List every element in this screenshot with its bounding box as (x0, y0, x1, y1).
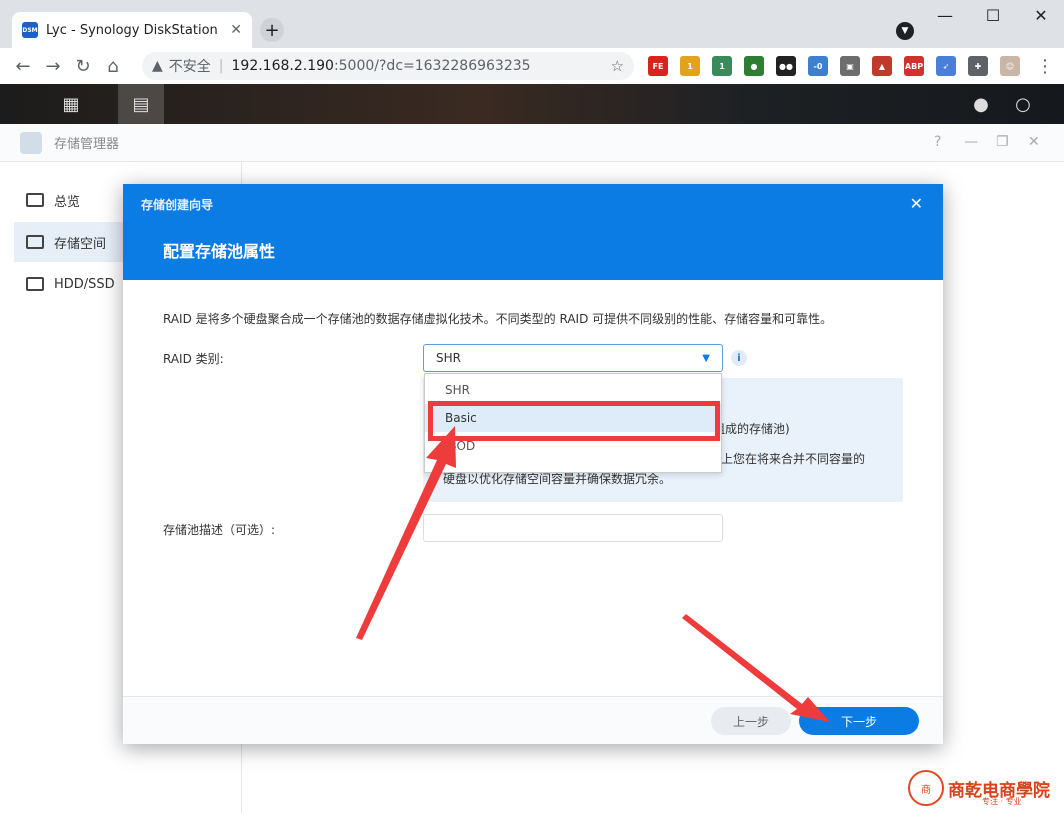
raid-type-label: RAID 类别: (163, 352, 224, 366)
option-shr[interactable]: SHR (425, 376, 721, 404)
storage-icon (26, 235, 44, 249)
dialog-header: 存储创建向导 配置存储池属性 ✕ (123, 184, 943, 280)
hdd-icon (26, 277, 44, 291)
browser-titlebar: DSM Lyc - Synology DiskStation ✕ + ▼ — ☐… (0, 0, 1064, 48)
window-close-button[interactable]: ✕ (1026, 6, 1056, 25)
sidebar-item-label: 存储空间 (54, 236, 107, 252)
bird-extension-icon[interactable]: ➶ (936, 56, 956, 76)
sidebar-item-label: 总览 (54, 194, 81, 210)
wizard-name: 存储创建向导 (141, 198, 214, 212)
address-bar[interactable]: ▲ 不安全 | 192.168.2.190 :5000/?dc=16322869… (142, 52, 634, 80)
tab-title: Lyc - Synology DiskStation (46, 22, 218, 38)
warning-icon[interactable]: ▲ (152, 58, 163, 74)
raid-description: RAID 是将多个硬盘聚合成一个存储池的数据存储虚拟化技术。不同类型的 RAID… (163, 312, 833, 326)
browser-tab[interactable]: DSM Lyc - Synology DiskStation ✕ (12, 12, 252, 48)
window-maximize-button[interactable]: ☐ (978, 6, 1008, 25)
dialog-title: 配置存储池属性 (163, 242, 276, 261)
chevron-down-icon: ▼ (702, 352, 710, 364)
abp-extension-icon[interactable]: ABP (904, 56, 924, 76)
window-close-icon[interactable]: ✕ (1028, 134, 1040, 150)
tab-close-icon[interactable]: ✕ (230, 22, 242, 38)
dialog-close-icon[interactable]: ✕ (910, 194, 923, 213)
storage-manager-icon (20, 131, 42, 154)
window-title: 存储管理器 (54, 137, 120, 152)
next-button[interactable]: 下一步 (799, 707, 919, 735)
badge-2-extension-icon[interactable]: 1 (712, 56, 732, 76)
mountain-extension-icon[interactable]: ▲ (872, 56, 892, 76)
pool-description-label: 存储池描述（可选）: (163, 523, 276, 537)
search-icon[interactable]: ○ (1000, 84, 1046, 124)
raid-type-value: SHR (436, 351, 461, 365)
hint-line: 组成的存储池) (713, 422, 790, 436)
url-separator: | (218, 58, 224, 74)
tampermonkey-extension-icon[interactable]: ●● (776, 56, 796, 76)
watermark-subtitle: 专注 · 专业 (982, 797, 1022, 806)
overview-icon (26, 193, 44, 207)
info-icon[interactable]: i (731, 350, 747, 366)
image-extension-icon[interactable]: ▣ (840, 56, 860, 76)
hint-line: 上您在将来合并不同容量的 (721, 452, 866, 466)
dsm-taskbar: ▦ ▤ ● ○ (0, 84, 1064, 124)
globe-extension-icon[interactable]: ● (744, 56, 764, 76)
avatar-extension-icon[interactable]: ☺ (1000, 56, 1020, 76)
badge-1-extension-icon[interactable]: 1 (680, 56, 700, 76)
browser-menu-button[interactable]: ⋮ (1030, 56, 1060, 77)
url-host: 192.168.2.190 (231, 58, 334, 74)
main-menu-icon[interactable]: ▦ (48, 84, 94, 124)
home-button[interactable]: ⌂ (98, 56, 128, 77)
raid-type-select[interactable]: SHR ▼ (423, 344, 723, 372)
window-header: 存储管理器 ? — ❐ ✕ (0, 124, 1064, 162)
watermark: 商 商乾电商學院 专注 · 专业 (908, 766, 1058, 810)
window-minimize-icon[interactable]: — (964, 134, 978, 150)
storage-wizard-dialog: 存储创建向导 配置存储池属性 ✕ RAID 是将多个硬盘聚合成一个存储池的数据存… (123, 184, 943, 744)
puzzle-extension-icon[interactable]: ✚ (968, 56, 988, 76)
watermark-logo-icon: 商 (908, 770, 944, 806)
highlight-box (428, 401, 720, 441)
dsm-favicon-icon: DSM (22, 22, 38, 38)
url-path: :5000/?dc=1632286963235 (333, 58, 531, 74)
storage-manager-task-icon[interactable]: ▤ (118, 84, 164, 124)
window-restore-icon[interactable]: ❐ (996, 134, 1009, 150)
reload-button[interactable]: ↻ (68, 56, 98, 77)
security-label[interactable]: 不安全 (169, 56, 211, 76)
user-icon[interactable]: ● (958, 84, 1004, 124)
forward-button[interactable]: → (38, 56, 68, 77)
previous-button[interactable]: 上一步 (711, 707, 791, 735)
back-button[interactable]: ← (8, 56, 38, 77)
dialog-footer: 上一步 下一步 (123, 696, 943, 744)
new-tab-button[interactable]: + (260, 18, 284, 42)
window-minimize-button[interactable]: — (930, 6, 960, 25)
sidebar-item-label: HDD/SSD (54, 276, 115, 292)
bracket-extension-icon[interactable]: -0 (808, 56, 828, 76)
pool-description-input[interactable] (423, 514, 723, 542)
profile-dropdown-icon[interactable]: ▼ (896, 22, 914, 40)
bookmark-star-icon[interactable]: ☆ (611, 57, 624, 75)
FE-extension-icon[interactable]: FE (648, 56, 668, 76)
help-button[interactable]: ? (934, 134, 941, 150)
